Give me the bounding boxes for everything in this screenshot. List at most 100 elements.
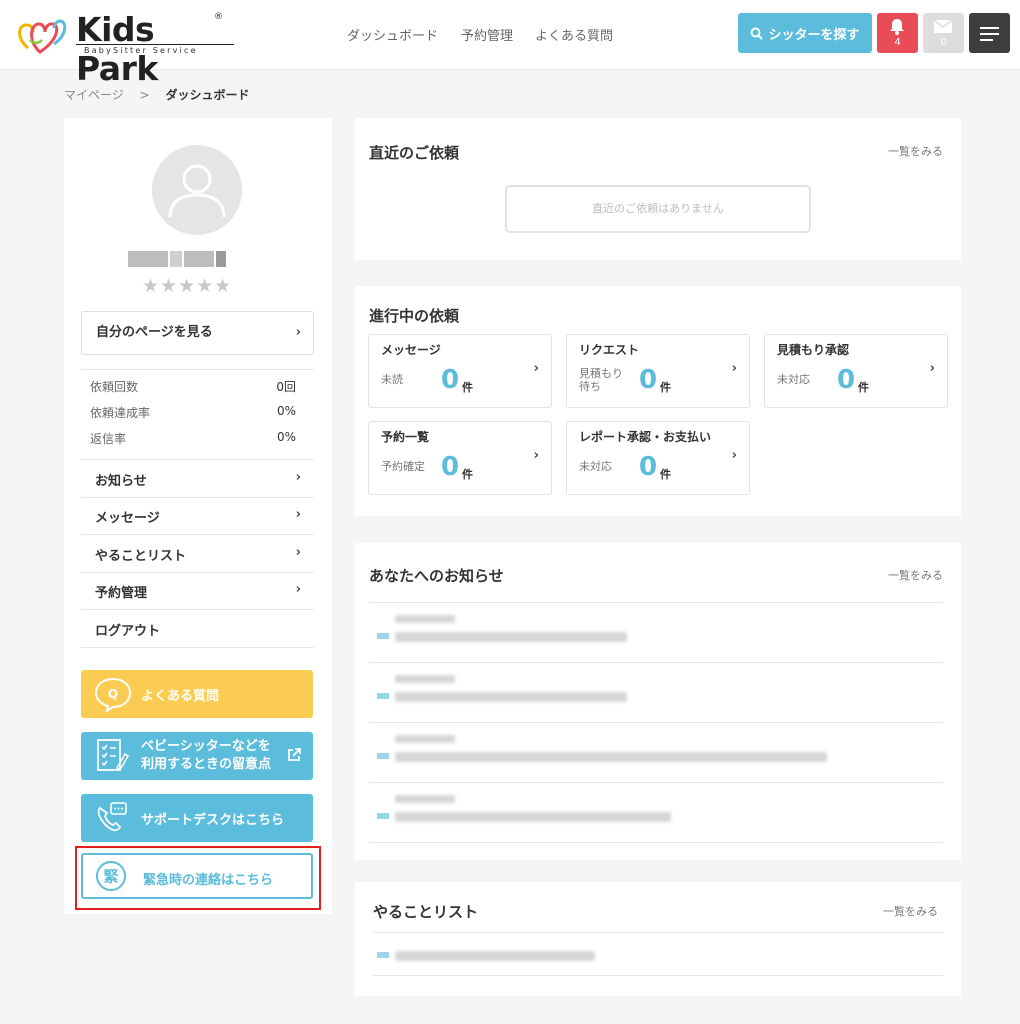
view-my-page-label: 自分のページを見る [96,325,213,340]
breadcrumb-home[interactable]: マイページ [64,88,124,102]
recent-requests-see-all-link[interactable]: 一覧をみる [888,143,943,159]
support-desk-label: サポートデスクはこちら [141,813,285,828]
card-subtitle: 未対応 [579,460,612,473]
card-count: 0 [441,452,460,482]
divider [373,932,943,933]
ongoing-requests-title: 進行中の依頼 [369,307,460,325]
usage-notes-label: ベビーシッターなどを 利用するときの留意点 [141,738,271,774]
breadcrumb-current: ダッシュボード [165,88,250,102]
card-title: 見積もり承認 [777,343,850,357]
divider [81,647,314,648]
kids-park-logo[interactable]: Kids Park ® BabySitter Service [14,8,234,88]
card-quote-approval[interactable]: 見積もり承認 未対応 0 件 › [764,334,948,408]
logo-subtitle: BabySitter Service [84,46,198,55]
chevron-right-icon: › [295,325,301,340]
divider [81,534,314,535]
chevron-right-icon: › [295,582,301,597]
stat-label: 依頼回数 [90,380,139,394]
notice-item[interactable] [377,613,857,653]
card-unit: 件 [462,381,473,394]
stat-reply-rate: 返信率 0% [90,430,296,447]
hearts-logo-icon [18,19,67,54]
chevron-right-icon: › [533,361,539,376]
external-link-icon [288,748,301,761]
highlight-frame [75,846,321,910]
view-my-page-button[interactable]: 自分のページを見る › [81,311,314,355]
nav-reservations[interactable]: 予約管理 [461,25,513,44]
sidebar-item-reservations[interactable]: 予約管理 › [95,582,307,601]
breadcrumb-separator: > [139,88,150,102]
divider [81,609,314,610]
divider [81,369,314,370]
card-subtitle: 見積もり 待ち [579,367,623,393]
card-title: レポート承認・お支払い [579,430,712,444]
logo-underline [76,44,234,45]
divider [369,722,943,723]
sidebar-item-todo[interactable]: やることリスト › [95,545,307,564]
find-sitter-button[interactable]: シッターを探す [738,13,872,53]
rating-stars: ★★★★★ [142,275,233,297]
card-subtitle: 未読 [381,373,403,386]
sidebar-item-notices[interactable]: お知らせ › [95,470,307,489]
todo-panel: やることリスト 一覧をみる [355,882,961,996]
divider [81,572,314,573]
sitter-usage-notes-button[interactable]: ベビーシッターなどを 利用するときの留意点 [81,732,313,780]
notice-item[interactable] [377,793,857,833]
chevron-right-icon: › [295,470,301,485]
card-requests[interactable]: リクエスト 見積もり 待ち 0 件 › [566,334,750,408]
divider [369,602,943,603]
chevron-right-icon: › [533,448,539,463]
support-desk-button[interactable]: サポートデスクはこちら [81,794,313,842]
card-subtitle: 未対応 [777,373,810,386]
faq-label: よくある質問 [141,689,220,704]
user-silhouette-icon [168,164,226,218]
question-bubble-icon: Q [94,677,132,712]
sidebar-item-logout[interactable]: ログアウト [95,620,307,639]
notifications-count: 4 [894,37,901,48]
notice-item[interactable] [377,673,857,713]
mail-icon [934,20,952,33]
chevron-right-icon: › [731,448,737,463]
stat-label: 依頼達成率 [90,406,151,420]
card-count: 0 [837,365,856,395]
hamburger-icon [980,27,999,45]
notices-see-all-link[interactable]: 一覧をみる [888,567,943,583]
chevron-right-icon: › [295,545,301,560]
divider [369,782,943,783]
usage-notes-line2: 利用するときの留意点 [141,757,272,772]
card-report-payment[interactable]: レポート承認・お支払い 未対応 0 件 › [566,421,750,495]
usage-notes-line1: ベビーシッターなどを [141,739,271,754]
notifications-button[interactable]: 4 [877,13,918,53]
nav-faq[interactable]: よくある質問 [535,25,613,44]
card-title: リクエスト [579,343,640,357]
checklist-pen-icon [97,739,129,772]
messages-button[interactable]: 0 [923,13,964,53]
chevron-right-icon: › [731,361,737,376]
breadcrumb: マイページ > ダッシュボード [64,86,250,103]
bell-icon [890,19,904,35]
faq-button[interactable]: Q よくある質問 [81,670,313,718]
card-subtitle: 予約確定 [381,460,425,473]
todo-item[interactable] [377,942,857,982]
divider [369,842,943,843]
card-count: 0 [639,452,658,482]
sidebar-item-messages[interactable]: メッセージ › [95,507,307,526]
chevron-right-icon: › [929,361,935,376]
svg-text:Q: Q [108,687,118,701]
avatar[interactable] [152,145,242,235]
chevron-right-icon: › [295,507,301,522]
nav-dashboard[interactable]: ダッシュボード [347,25,438,44]
sidebar-item-label: 予約管理 [95,586,148,601]
todo-see-all-link[interactable]: 一覧をみる [883,903,938,919]
card-unit: 件 [660,381,671,394]
stat-value: 0回 [276,380,296,394]
card-messages[interactable]: メッセージ 未読 0 件 › [368,334,552,408]
stat-request-count: 依頼回数 0回 [90,378,296,395]
stat-value: 0% [276,404,296,418]
divider [81,459,314,460]
hamburger-menu-button[interactable] [969,13,1010,53]
card-count: 0 [639,365,658,395]
card-reservation-list[interactable]: 予約一覧 予約確定 0 件 › [368,421,552,495]
divider [373,975,943,976]
notice-item[interactable] [377,733,857,773]
